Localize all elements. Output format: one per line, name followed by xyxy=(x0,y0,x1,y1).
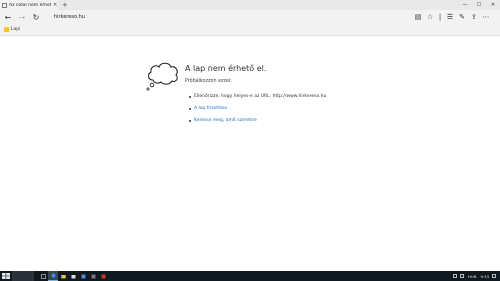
search-box[interactable] xyxy=(12,271,34,281)
share-icon[interactable]: ⇪ xyxy=(468,11,480,23)
explorer-icon[interactable] xyxy=(58,271,68,281)
clock[interactable]: 9:33 xyxy=(480,274,489,279)
window-controls: — ☐ ✕ xyxy=(458,0,500,10)
refresh-page-link[interactable]: A lap frissítése xyxy=(194,106,227,111)
app-icon[interactable] xyxy=(88,271,98,281)
browser-window: Az oldal nem érhető el ✕ + — ☐ ✕ ← → ↻ h… xyxy=(0,0,500,281)
favorites-bar: Lapi xyxy=(0,24,500,36)
toolbar-right: ▤ ☆ | ☰ ✎ ⇪ ⋯ xyxy=(412,11,492,23)
windows-start-icon[interactable] xyxy=(2,273,10,279)
more-icon[interactable]: ⋯ xyxy=(480,11,492,23)
suggestion-list: Ellenőrizze, hogy helyes-e az URL: http:… xyxy=(189,94,326,130)
hub-icon[interactable]: ☰ xyxy=(444,11,456,23)
close-window-icon[interactable]: ✕ xyxy=(486,0,500,10)
search-link[interactable]: Keresse meg, amit szeretne xyxy=(194,118,257,123)
error-subtitle: Próbálkozzon ezzel: xyxy=(185,79,232,84)
thought-cloud-icon xyxy=(146,62,178,91)
volume-icon[interactable] xyxy=(459,274,464,278)
maximize-icon[interactable]: ☐ xyxy=(472,0,486,10)
address-bar[interactable]: hirkereso.hu xyxy=(54,12,85,22)
error-title: A lap nem érhető el. xyxy=(185,64,267,73)
reading-view-icon[interactable]: ▤ xyxy=(412,11,424,23)
system-tray: HUN 9:33 xyxy=(450,271,496,281)
back-arrow-icon[interactable]: ← xyxy=(2,11,14,23)
network-icon[interactable] xyxy=(452,274,457,278)
refresh-icon[interactable]: ↻ xyxy=(30,11,42,23)
new-tab-icon[interactable]: + xyxy=(62,1,68,9)
forward-arrow-icon[interactable]: → xyxy=(16,11,28,23)
star-icon[interactable]: ☆ xyxy=(424,11,436,23)
web-note-icon[interactable]: ✎ xyxy=(456,11,468,23)
task-view-icon[interactable] xyxy=(38,271,48,281)
pinned-apps xyxy=(38,271,108,281)
tab-active[interactable]: Az oldal nem érhető el ✕ xyxy=(0,0,58,10)
tab-strip: Az oldal nem érhető el ✕ + — ☐ ✕ xyxy=(0,0,500,10)
suggestion-refresh: A lap frissítése xyxy=(189,106,326,118)
notifications-icon[interactable] xyxy=(492,274,496,278)
minimize-icon[interactable]: — xyxy=(458,0,472,10)
divider: | xyxy=(438,13,442,21)
tab-title: Az oldal nem érhető el xyxy=(9,2,51,8)
app-icon[interactable] xyxy=(78,271,88,281)
edge-icon[interactable] xyxy=(48,271,58,281)
folder-icon xyxy=(4,27,9,32)
favorites-item[interactable]: Lapi xyxy=(11,25,20,35)
suggestion-search: Keresse meg, amit szeretne xyxy=(189,118,326,130)
navigation-bar: ← → ↻ hirkereso.hu ▤ ☆ | ☰ ✎ ⇪ ⋯ xyxy=(0,10,500,24)
close-tab-icon[interactable]: ✕ xyxy=(53,2,57,8)
suggestion-check-url: Ellenőrizze, hogy helyes-e az URL: http:… xyxy=(189,94,326,106)
page-icon xyxy=(2,2,7,8)
taskbar: HUN 9:33 xyxy=(0,271,500,281)
language-indicator[interactable]: HUN xyxy=(468,274,476,279)
store-icon[interactable] xyxy=(68,271,78,281)
app-icon[interactable] xyxy=(98,271,108,281)
